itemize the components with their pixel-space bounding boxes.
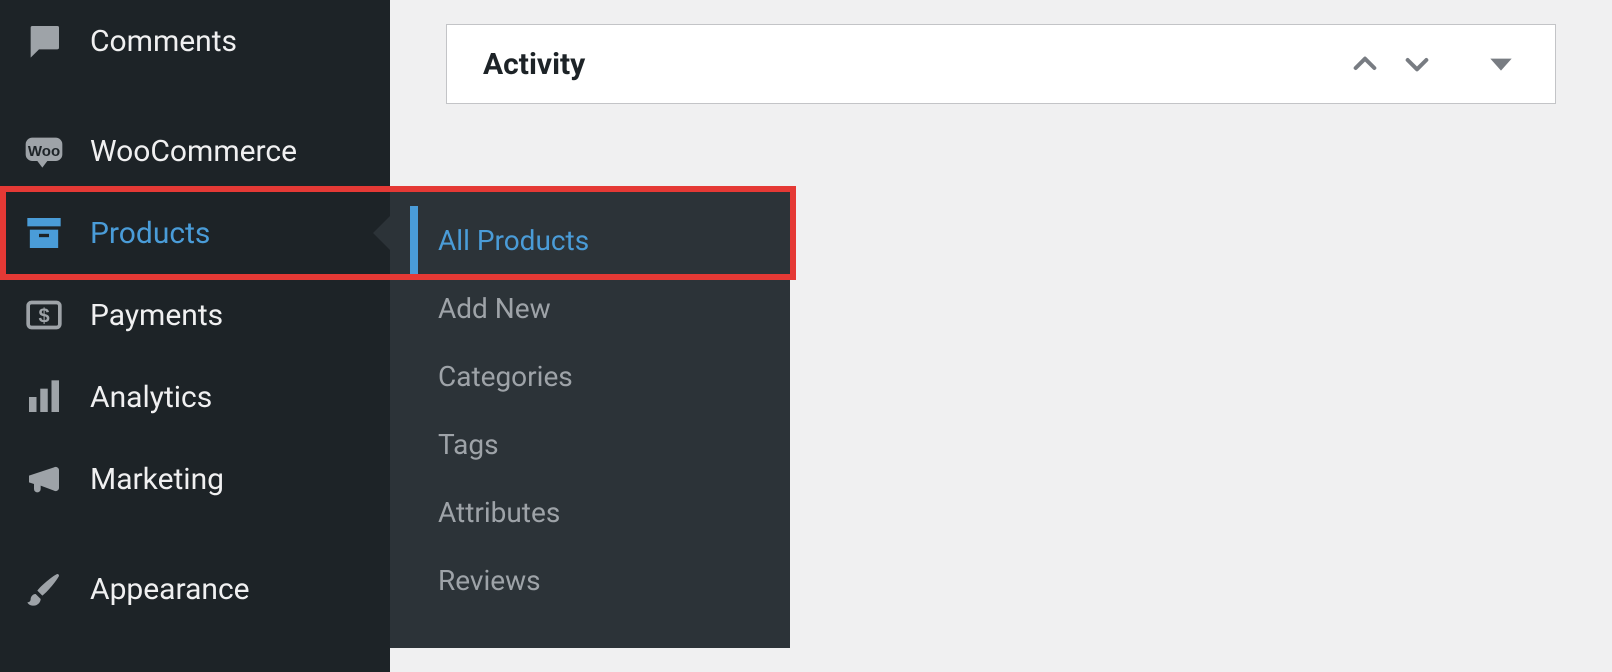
panel-toggle-button[interactable] — [1477, 40, 1525, 88]
sidebar-item-label: WooCommerce — [90, 134, 297, 169]
dollar-icon: $ — [22, 293, 66, 337]
woo-icon: Woo — [22, 129, 66, 173]
comment-icon — [22, 19, 66, 63]
panel-move-up-button[interactable] — [1341, 40, 1389, 88]
sidebar-item-products[interactable]: Products — [0, 192, 390, 274]
sidebar-item-woocommerce[interactable]: Woo WooCommerce — [0, 110, 390, 192]
panel-title: Activity — [483, 47, 1337, 82]
archive-icon — [22, 211, 66, 255]
svg-text:$: $ — [38, 306, 49, 328]
admin-sidebar: Comments Woo WooCommerce Products $ Paym… — [0, 0, 390, 672]
activity-panel: Activity — [446, 24, 1556, 104]
sidebar-item-label: Comments — [90, 24, 237, 59]
sidebar-item-payments[interactable]: $ Payments — [0, 274, 390, 356]
sidebar-item-label: Appearance — [90, 572, 250, 607]
bar-chart-icon — [22, 375, 66, 419]
sidebar-item-label: Marketing — [90, 462, 224, 497]
sidebar-item-comments[interactable]: Comments — [0, 0, 390, 82]
sidebar-item-appearance[interactable]: Appearance — [0, 548, 390, 630]
sidebar-item-label: Analytics — [90, 380, 212, 415]
megaphone-icon — [22, 457, 66, 501]
sidebar-item-marketing[interactable]: Marketing — [0, 438, 390, 520]
panel-move-down-button[interactable] — [1393, 40, 1441, 88]
sidebar-item-label: Payments — [90, 298, 223, 333]
svg-text:Woo: Woo — [28, 143, 60, 160]
sidebar-item-label: Products — [90, 216, 210, 251]
sidebar-item-analytics[interactable]: Analytics — [0, 356, 390, 438]
brush-icon — [22, 567, 66, 611]
content-area: Activity — [390, 0, 1612, 672]
flyout-arrow-icon — [373, 215, 391, 251]
